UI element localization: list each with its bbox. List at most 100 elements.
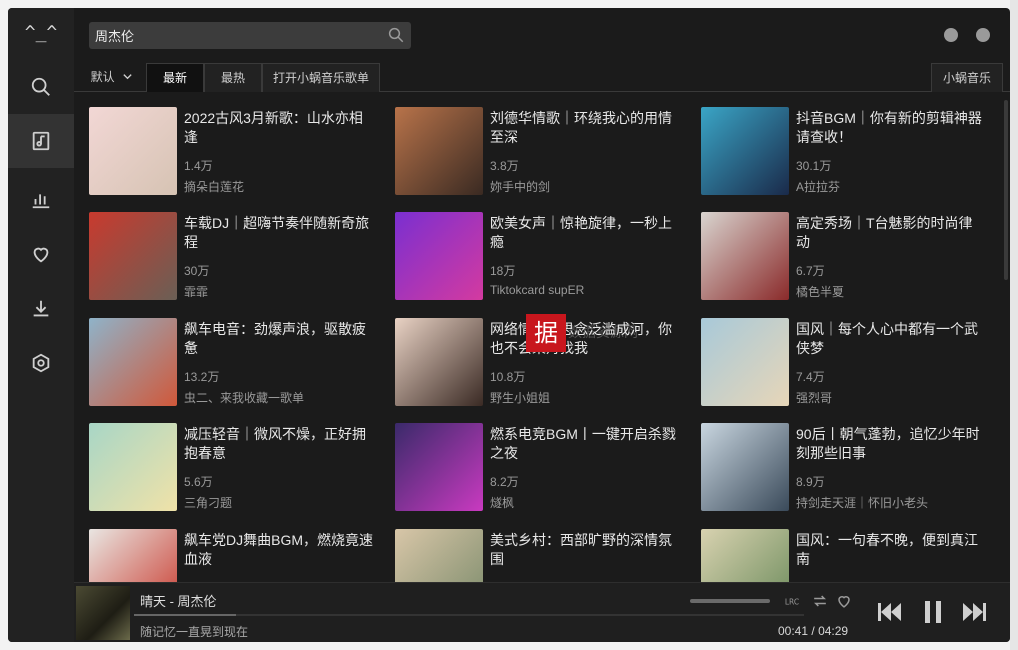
playlist-creator[interactable]: 摘朵白莲花 [184,178,244,195]
watermark-logo: 据 [526,314,566,352]
hexagon-settings-icon [32,353,50,373]
playlist-cover[interactable] [395,212,483,300]
lrc-label: LRC [785,597,799,606]
playlist-creator[interactable]: 持剑走天涯｜怀旧小老头 [796,494,928,511]
playlist-creator[interactable]: 霏霏 [184,283,208,300]
search-submit-icon[interactable] [387,26,405,44]
search-nav-button[interactable] [8,60,74,114]
playlist-card[interactable]: 国风｜每个人心中都有一个武侠梦 7.4万 强烈哥 [701,318,991,410]
tab-bar: 默认 最新 最热 打开小蜗音乐歌单 小蜗音乐 [74,63,1010,92]
playlist-cover[interactable] [395,107,483,195]
play-count: 8.9万 [796,475,825,489]
playlist-card[interactable]: 美式乡村：西部旷野的深情氛围 [395,529,685,584]
progress-bar[interactable] [134,614,804,616]
playlist-creator[interactable]: 燧枫 [490,494,514,511]
bar-chart-icon [32,194,50,209]
playlist-title[interactable]: 欧美女声｜惊艳旋律，一秒上瘾 [490,214,680,252]
playlist-card[interactable]: 飙车电音：劲爆声浪，驱散疲惫 13.2万 虫二、来我收藏一歌单 [89,318,379,410]
now-playing-title: 晴天 - 周杰伦 [140,594,217,609]
play-count: 18万 [490,264,516,278]
download-icon [33,300,49,317]
playlist-creator[interactable]: Tiktokcard supER [490,283,584,297]
repeat-icon[interactable] [810,591,830,611]
playlist-title[interactable]: 减压轻音｜微风不燥，正好拥抱春意 [184,425,374,463]
playlist-cover[interactable] [701,529,789,584]
lyrics-toggle-icon[interactable]: LRC [784,591,804,611]
tab-xiaowo-music[interactable]: 小蜗音乐 [931,63,1003,92]
previous-track-icon[interactable] [874,597,906,627]
favorite-heart-icon[interactable] [834,591,854,611]
playlist-nav-button[interactable] [8,114,74,168]
playlist-creator[interactable]: 强烈哥 [796,389,832,406]
time-separator: / [811,624,815,638]
playlist-title[interactable]: 抖音BGM｜你有新的剪辑神器请查收！ [796,109,986,147]
playlist-title[interactable]: 国风：一句春不晚，便到真江南 [796,531,986,569]
playlist-creator[interactable]: 妳手中的剑 [490,178,550,195]
playlist-cover[interactable] [89,212,177,300]
playlist-card[interactable]: 90后丨朝气蓬勃，追忆少年时刻那些旧事 8.9万持剑走天涯｜怀旧小老头 [701,423,991,515]
playlist-cover[interactable] [89,529,177,584]
play-count: 5.6万 [184,475,213,489]
playlist-cover[interactable] [701,212,789,300]
playlist-title[interactable]: 90后丨朝气蓬勃，追忆少年时刻那些旧事 [796,425,986,463]
playlist-title[interactable]: 飙车党DJ舞曲BGM，燃烧竟速血液 [184,531,374,569]
playlist-creator[interactable]: 虫二、来我收藏一歌单 [184,389,304,406]
playlist-card[interactable]: 刘德华情歌｜环绕我心的用情至深 3.8万 妳手中的剑 [395,107,685,199]
playlist-card[interactable]: 高定秀场｜T台魅影的时尚律动 6.7万橘色半夏 [701,212,991,304]
playlist-card[interactable]: 燃系电竞BGM丨一键开启杀戮之夜 8.2万 燧枫 [395,423,685,515]
playlist-creator[interactable]: 橘色半夏 [796,283,844,300]
playlist-cover[interactable] [701,318,789,406]
close-button[interactable] [976,28,990,42]
chart-nav-button[interactable] [8,172,74,226]
playlist-cover[interactable] [395,529,483,584]
playlist-title[interactable]: 美式乡村：西部旷野的深情氛围 [490,531,680,569]
favorites-nav-button[interactable] [8,227,74,281]
playlist-card[interactable]: 2022古风3月新歌：山水亦相逢 1.4万 摘朵白莲花 [89,107,379,199]
tab-hottest[interactable]: 最热 [204,63,262,92]
search-box [89,22,411,49]
volume-slider[interactable] [690,599,770,603]
app-logo: ^_^ [24,22,58,43]
album-cover[interactable] [76,586,130,640]
playlist-title[interactable]: 车载DJ｜超嗨节奏伴随新奇旅程 [184,214,374,252]
search-input[interactable] [89,22,379,49]
playlist-cover[interactable] [89,318,177,406]
play-time: 00:41 / 04:29 [778,624,848,638]
minimize-button[interactable] [944,28,958,42]
playlist-card[interactable]: 飙车党DJ舞曲BGM，燃烧竟速血液 [89,529,379,584]
heart-icon [33,247,49,263]
elapsed-time: 00:41 [778,624,809,638]
playlist-title[interactable]: 高定秀场｜T台魅影的时尚律动 [796,214,986,252]
playlist-cover[interactable] [89,423,177,511]
playlist-cover[interactable] [701,107,789,195]
playlist-title[interactable]: 飙车电音：劲爆声浪，驱散疲惫 [184,320,374,358]
play-count: 6.7万 [796,264,825,278]
chevron-down-icon [123,74,133,80]
playlist-creator[interactable]: 三角刁题 [184,494,232,511]
playlist-title[interactable]: 国风｜每个人心中都有一个武侠梦 [796,320,986,358]
next-track-icon[interactable] [958,597,990,627]
scrollbar-thumb[interactable] [1004,100,1008,280]
playlist-card[interactable]: 欧美女声｜惊艳旋律，一秒上瘾 18万 Tiktokcard supER [395,212,685,304]
playlist-card[interactable]: 车载DJ｜超嗨节奏伴随新奇旅程 30万 霏霏 [89,212,379,304]
playlist-title[interactable]: 燃系电竞BGM丨一键开启杀戮之夜 [490,425,680,463]
tab-open-playlist[interactable]: 打开小蜗音乐歌单 [262,63,380,92]
desktop-right-strip [1010,0,1018,650]
playlist-cover[interactable] [395,318,483,406]
playlist-cover[interactable] [89,107,177,195]
playlist-card[interactable]: 减压轻音｜微风不燥，正好拥抱春意 5.6万三角刁题 [89,423,379,515]
playlist-title[interactable]: 2022古风3月新歌：山水亦相逢 [184,109,374,147]
playlist-title[interactable]: 刘德华情歌｜环绕我心的用情至深 [490,109,680,147]
sort-dropdown[interactable]: 默认 [84,63,140,92]
playlist-cover[interactable] [395,423,483,511]
pause-icon[interactable] [917,597,949,627]
playlist-creator[interactable]: 野生小姐姐 [490,389,550,406]
tab-newest[interactable]: 最新 [146,63,204,92]
settings-nav-button[interactable] [8,336,74,390]
search-icon [31,77,50,96]
playlist-card[interactable]: 国风：一句春不晚，便到真江南 [701,529,991,584]
playlist-card[interactable]: 抖音BGM｜你有新的剪辑神器请查收！ 30.1万 A拉拉芬 [701,107,991,199]
download-nav-button[interactable] [8,282,74,336]
playlist-cover[interactable] [701,423,789,511]
playlist-creator[interactable]: A拉拉芬 [796,178,840,195]
